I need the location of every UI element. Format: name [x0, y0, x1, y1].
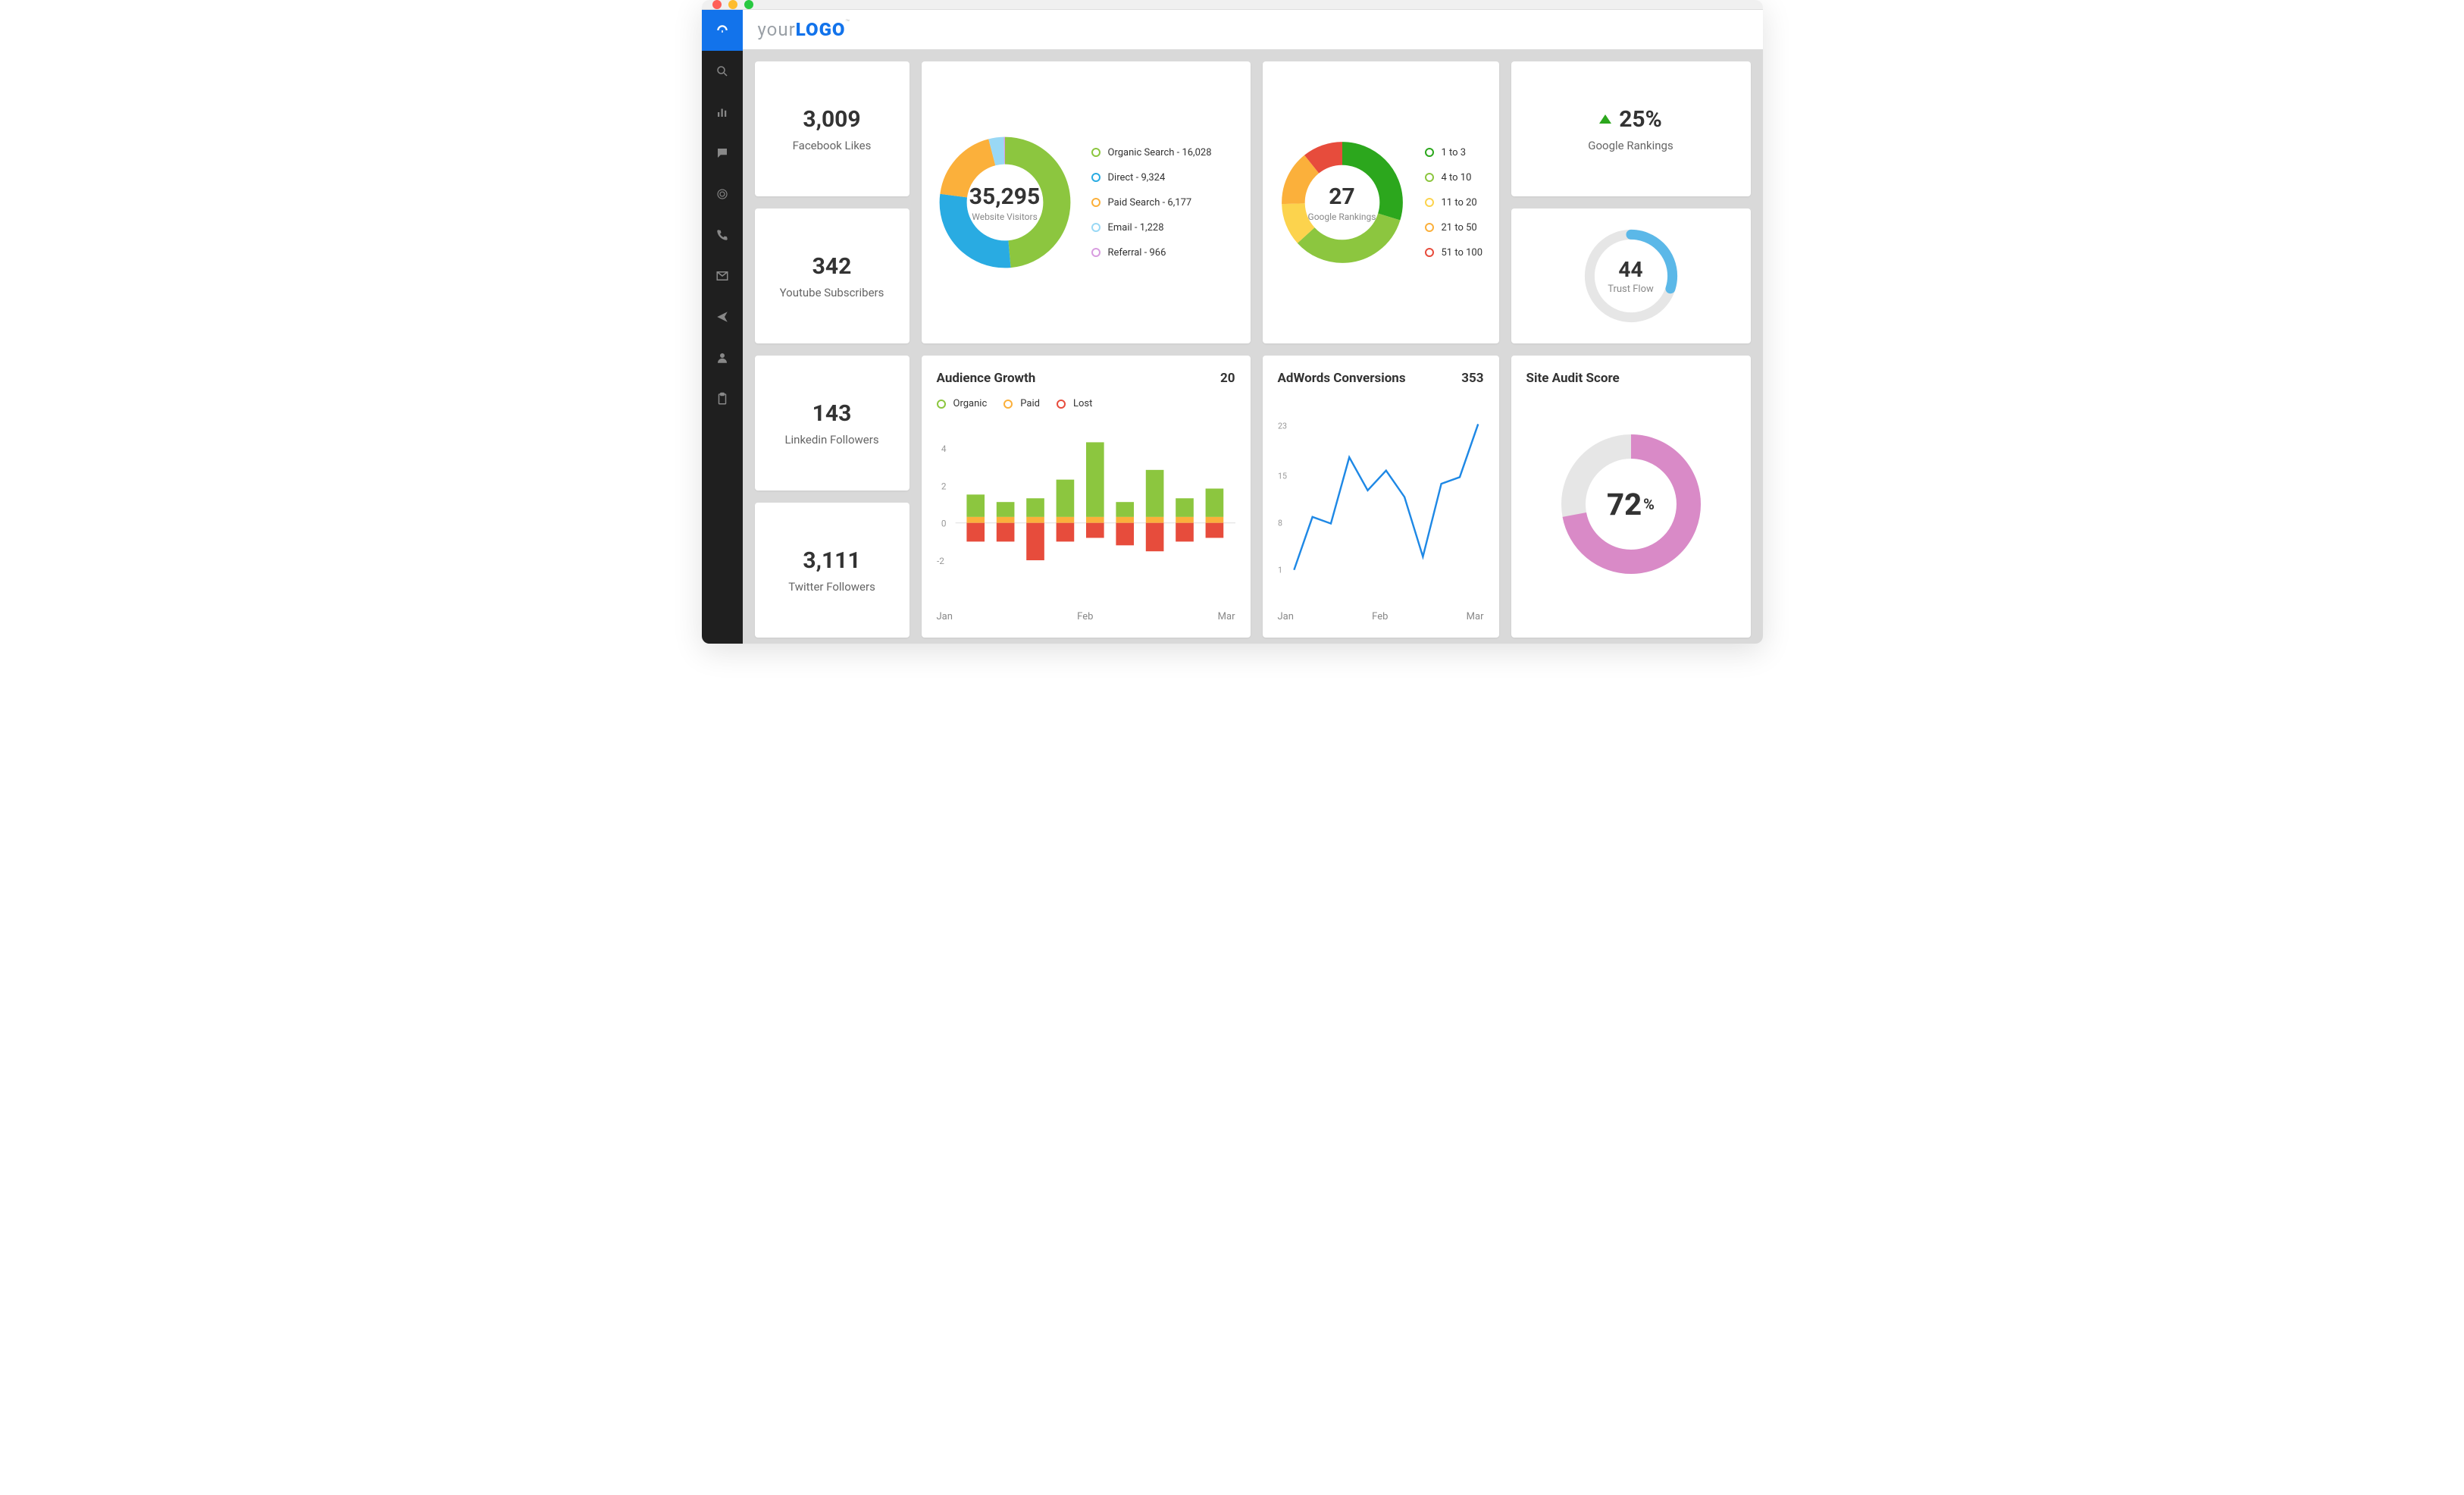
nav-send[interactable] — [702, 296, 743, 337]
x-axis: JanFebMar — [937, 611, 1235, 622]
stat-value: 25% — [1619, 106, 1662, 133]
sidebar — [702, 10, 743, 644]
phone-icon — [715, 228, 729, 242]
legend-item: Referral - 966 — [1091, 247, 1212, 259]
nav-email[interactable] — [702, 255, 743, 296]
legend-item: Organic Search - 16,028 — [1091, 147, 1212, 158]
logo-tm: ™ — [846, 19, 851, 27]
nav-dashboard[interactable] — [702, 10, 743, 51]
nav-target[interactable] — [702, 174, 743, 215]
topbar: yourLOGO™ — [743, 10, 1763, 49]
card-adwords-conversions[interactable]: AdWords Conversions 353 23 15 8 1 J — [1263, 356, 1499, 638]
stat-label: Youtube Subscribers — [780, 286, 884, 299]
card-facebook-likes[interactable]: 3,009 Facebook Likes — [755, 61, 910, 196]
stat-label: Linkedin Followers — [784, 433, 878, 447]
legend-item: 51 to 100 — [1425, 247, 1483, 259]
svg-text:-2: -2 — [937, 556, 944, 566]
nav-phone[interactable] — [702, 215, 743, 255]
legend-item: 21 to 50 — [1425, 222, 1483, 233]
bar-chart: 4 2 0 -2 — [937, 417, 1235, 606]
maximize-dot[interactable] — [744, 0, 753, 9]
window-controls — [712, 0, 753, 9]
legend-item: 11 to 20 — [1425, 197, 1483, 208]
legend: Organic Search - 16,028 Direct - 9,324 P… — [1091, 147, 1212, 259]
legend: 1 to 3 4 to 10 11 to 20 21 to 50 51 to 1… — [1425, 147, 1483, 259]
legend-item: 4 to 10 — [1425, 172, 1483, 183]
chat-icon — [715, 146, 729, 160]
card-site-audit[interactable]: Site Audit Score 72% — [1511, 356, 1751, 638]
legend-item: 1 to 3 — [1425, 147, 1483, 158]
nav-clipboard[interactable] — [702, 378, 743, 419]
x-axis: JanFebMar — [1278, 611, 1484, 622]
logo-main: LOGO — [796, 19, 846, 40]
card-twitter-followers[interactable]: 3,111 Twitter Followers — [755, 503, 910, 638]
chart-value: 353 — [1461, 371, 1483, 386]
clipboard-icon — [715, 392, 729, 406]
legend-item: Paid Search - 6,177 — [1091, 197, 1212, 208]
stat-value: 143 — [812, 400, 852, 427]
card-website-visitors[interactable]: 35,295 Website Visitors Organic Search -… — [922, 61, 1251, 343]
stat-label: Google Rankings — [1588, 139, 1673, 152]
stat-value: 3,009 — [803, 106, 860, 133]
stat-value: 342 — [812, 253, 852, 280]
gauge-value: 44 — [1618, 257, 1642, 282]
title-bar — [702, 0, 1763, 10]
nav-search[interactable] — [702, 51, 743, 92]
card-trust-flow[interactable]: 44 Trust Flow — [1511, 208, 1751, 343]
donut-total: 27 — [1329, 183, 1354, 210]
card-google-rankings[interactable]: 27 Google Rankings 1 to 3 4 to 10 11 to … — [1263, 61, 1499, 343]
nav-user[interactable] — [702, 337, 743, 378]
chart-title: AdWords Conversions — [1278, 371, 1406, 386]
svg-text:15: 15 — [1278, 471, 1287, 481]
card-youtube-subscribers[interactable]: 342 Youtube Subscribers — [755, 208, 910, 343]
card-rank-change[interactable]: 25% Google Rankings — [1511, 61, 1751, 196]
card-linkedin-followers[interactable]: 143 Linkedin Followers — [755, 356, 910, 490]
donut-total: 35,295 — [969, 183, 1040, 210]
nav-chat[interactable] — [702, 133, 743, 174]
chart-value: 20 — [1220, 371, 1235, 386]
svg-text:23: 23 — [1278, 421, 1287, 431]
logo-prefix: your — [758, 19, 796, 40]
email-icon — [715, 269, 729, 283]
search-icon — [715, 64, 729, 78]
dashboard-icon — [715, 24, 729, 37]
svg-text:1: 1 — [1278, 566, 1282, 575]
bar-chart-icon — [715, 105, 729, 119]
stat-value: 3,111 — [803, 547, 860, 574]
line-chart: 23 15 8 1 — [1278, 393, 1484, 606]
logo[interactable]: yourLOGO™ — [758, 19, 851, 40]
svg-text:8: 8 — [1278, 519, 1282, 528]
legend: Organic Paid Lost — [937, 398, 1235, 409]
gauge-value: 72 — [1607, 487, 1642, 522]
donut-label: Google Rankings — [1308, 212, 1376, 222]
chart-title: Audience Growth — [937, 371, 1036, 386]
minimize-dot[interactable] — [728, 0, 737, 9]
donut-label: Website Visitors — [972, 212, 1038, 222]
svg-text:2: 2 — [941, 481, 946, 491]
chart-title: Site Audit Score — [1526, 371, 1736, 386]
up-arrow-icon — [1599, 114, 1611, 124]
legend-item: Direct - 9,324 — [1091, 172, 1212, 183]
stat-label: Twitter Followers — [788, 580, 875, 594]
gauge-label: Trust Flow — [1608, 284, 1654, 295]
stat-label: Facebook Likes — [793, 139, 872, 152]
gauge-suffix: % — [1643, 495, 1655, 513]
target-icon — [715, 187, 729, 201]
user-icon — [715, 351, 729, 365]
legend-item: Email - 1,228 — [1091, 222, 1212, 233]
svg-text:4: 4 — [941, 443, 946, 454]
svg-text:0: 0 — [941, 519, 946, 529]
close-dot[interactable] — [712, 0, 722, 9]
send-icon — [715, 310, 729, 324]
card-audience-growth[interactable]: Audience Growth 20 Organic Paid Lost 4 2… — [922, 356, 1251, 638]
app-window: yourLOGO™ 3,009 Facebook Likes 342 Youtu… — [702, 0, 1763, 644]
nav-analytics[interactable] — [702, 92, 743, 133]
